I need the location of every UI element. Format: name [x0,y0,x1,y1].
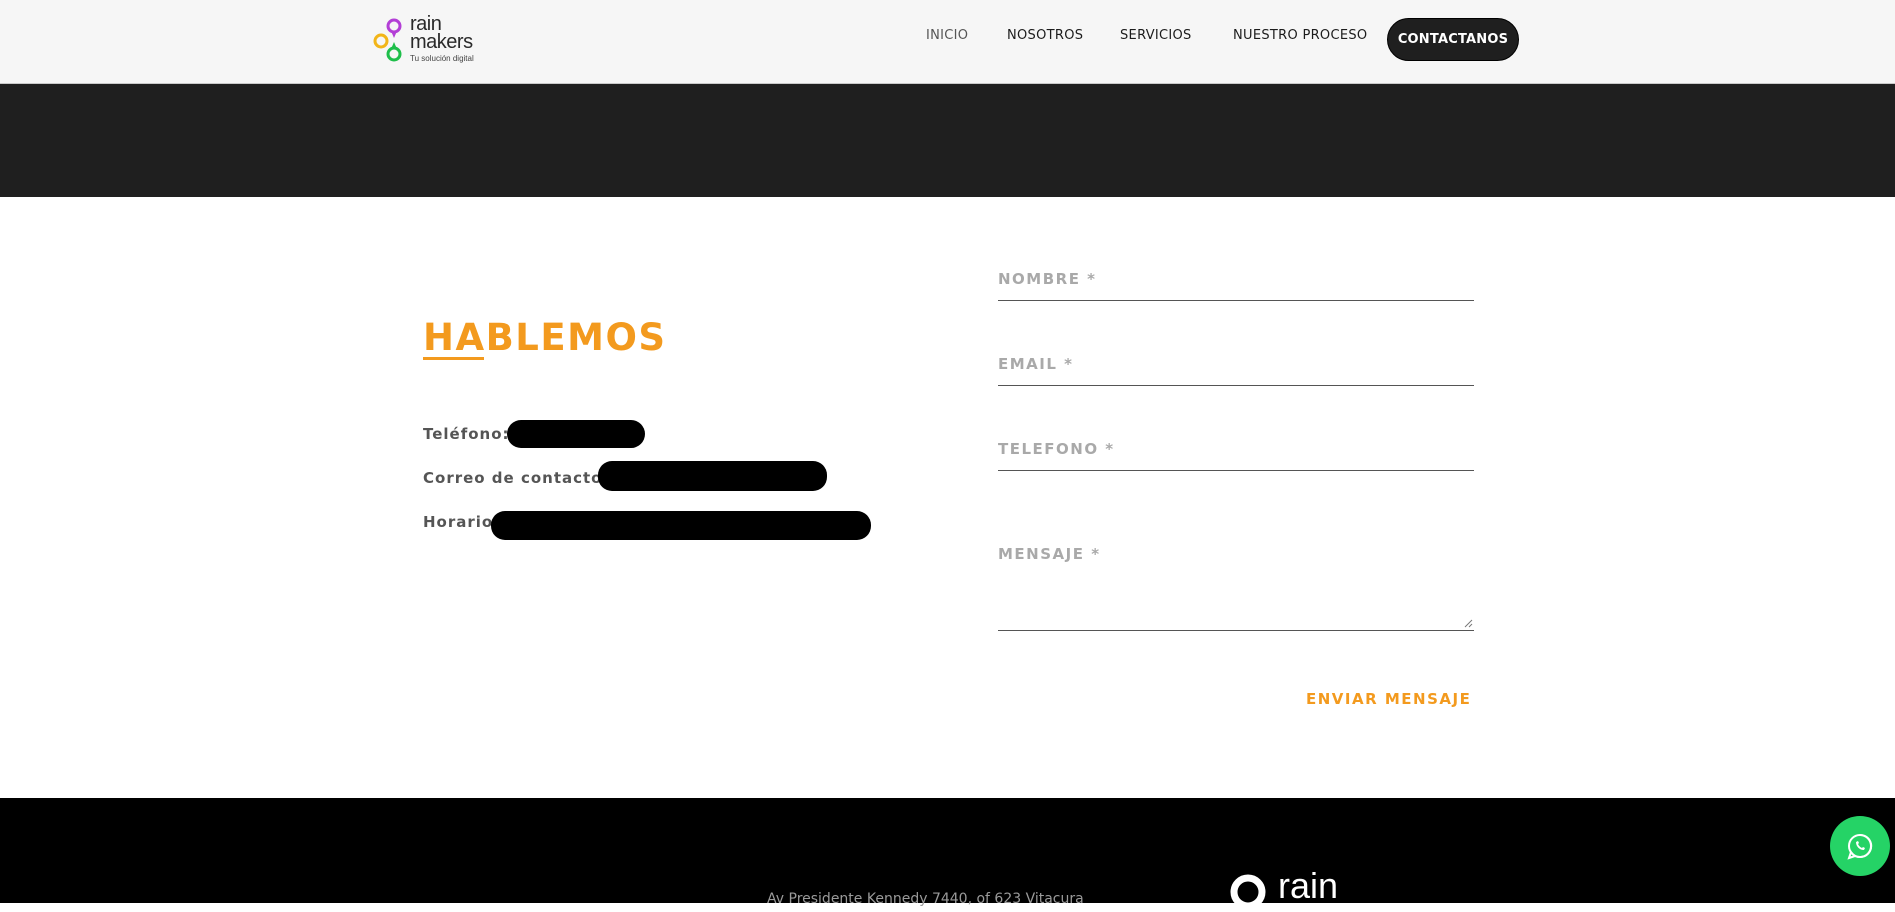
name-field-label: NOMBRE * [998,270,1097,288]
title-underline [423,357,484,360]
redacted-phone [507,420,645,448]
email-field-label: EMAIL * [998,355,1074,373]
email-label: Correo de contacto: [423,469,610,487]
nav-servicios[interactable]: SERVICIOS [1120,28,1192,43]
message-field-label: MENSAJE * [998,545,1101,563]
nav-nuestro-proceso[interactable]: NUESTRO PROCESO [1233,28,1367,43]
logo-drops-icon [373,18,402,62]
site-header: rain makers Tu solución digital INICIO N… [0,0,1895,84]
footer-logo-icon [1230,874,1266,910]
hours-label: Horario: [423,513,501,531]
logo-tagline: Tu solución digital [410,54,474,63]
nav-inicio[interactable]: INICIO [926,28,968,43]
phone-field-label: TELEFONO * [998,440,1115,458]
message-textarea[interactable] [998,630,1474,631]
whatsapp-icon [1847,833,1873,860]
redacted-hours [491,511,871,540]
rainmakers-logo[interactable]: rain makers Tu solución digital [372,14,482,70]
footer-logo-text: rain [1278,865,1339,906]
logo-word-makers: makers [410,31,473,53]
phone-field[interactable] [998,470,1474,471]
hero-band [0,84,1895,197]
resize-handle-icon[interactable] [1464,619,1473,628]
contactanos-button[interactable]: CONTACTANOS [1387,18,1519,61]
contact-title: HABLEMOS [423,316,667,359]
email-field[interactable] [998,385,1474,386]
nav-nosotros[interactable]: NOSOTROS [1007,28,1083,43]
redacted-email [598,461,827,491]
whatsapp-button[interactable] [1830,816,1890,876]
site-footer [0,798,1895,903]
phone-label: Teléfono: [423,425,510,443]
footer-address: Av Presidente Kennedy 7440, of 623 Vitac… [767,891,1084,907]
send-message-button[interactable]: ENVIAR MENSAJE [1306,690,1471,708]
name-field[interactable] [998,300,1474,301]
